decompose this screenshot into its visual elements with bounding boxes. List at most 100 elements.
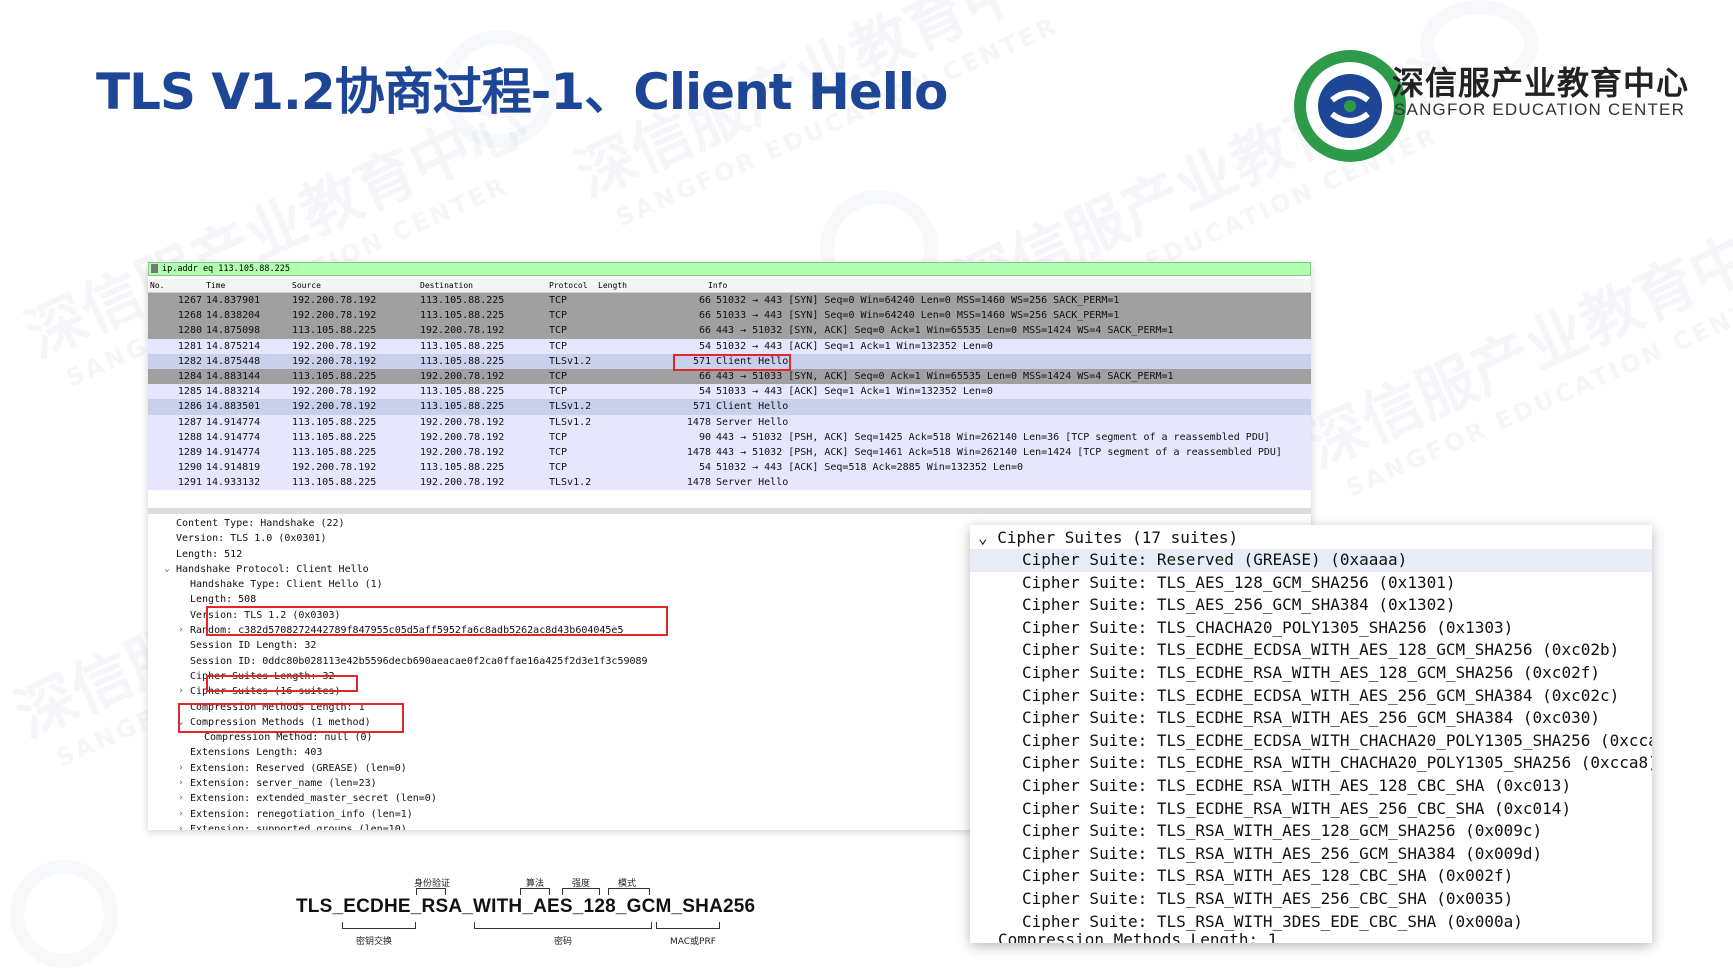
packet-src: 192.200.78.192 [292, 386, 377, 398]
packet-proto: TLSv1.2 [549, 355, 592, 367]
cipher-suite-row[interactable]: Cipher Suite: TLS_ECDHE_ECDSA_WITH_AES_1… [970, 639, 1652, 662]
column-header[interactable]: Protocol [549, 279, 588, 292]
sangfor-logo-icon [1294, 50, 1406, 162]
bookmark-icon[interactable] [151, 264, 158, 273]
packet-list: 1267 14.837901 192.200.78.192 113.105.88.22… [148, 293, 1311, 491]
packet-row[interactable]: 1288 14.914774 113.105.88.225 192.200.78.19… [148, 429, 1311, 445]
packet-row[interactable]: 1291 14.933132 113.105.88.225 192.200.78.19… [148, 475, 1311, 491]
filter-text[interactable]: ip.addr eq 113.105.88.225 [162, 264, 290, 274]
packet-src: 113.105.88.225 [292, 431, 377, 443]
packet-time: 14.914774 [206, 431, 261, 443]
packet-time: 14.883144 [206, 370, 261, 382]
display-filter-bar[interactable]: ip.addr eq 113.105.88.225 [148, 262, 1311, 276]
packet-time: 14.875448 [206, 355, 261, 367]
cipher-suite-row[interactable]: Cipher Suite: TLS_ECDHE_ECDSA_WITH_AES_2… [970, 685, 1652, 708]
cipher-suite-row[interactable]: Cipher Suite: TLS_AES_128_GCM_SHA256 (0x… [970, 572, 1652, 595]
packet-proto: TCP [549, 340, 568, 352]
packet-proto: TCP [549, 325, 568, 337]
packet-time: 14.914819 [206, 462, 261, 474]
packet-row[interactable]: 1287 14.914774 113.105.88.225 192.200.78.19… [148, 414, 1311, 430]
packet-no: 1289 [177, 446, 202, 458]
packet-no: 1282 [177, 355, 202, 367]
packet-row[interactable]: 1268 14.838204 192.200.78.192 113.105.88.22… [148, 308, 1311, 324]
collapsed-arrow-icon[interactable]: › [176, 761, 186, 776]
detail-text: Version: TLS 1.0 (0x0301) [176, 533, 327, 545]
packet-time: 14.875098 [206, 325, 261, 337]
column-header[interactable]: No. [150, 279, 164, 292]
collapsed-arrow-icon[interactable]: › [176, 822, 186, 830]
cipher-suites-header[interactable]: ⌄ Cipher Suites (17 suites) [978, 527, 1238, 549]
packet-no: 1286 [177, 401, 202, 413]
packet-src: 192.200.78.192 [292, 355, 377, 367]
packet-info: 51032 → 443 [SYN] Seq=0 Win=64240 Len=0 … [716, 295, 1120, 306]
packet-dst: 113.105.88.225 [420, 310, 505, 322]
packet-dst: 192.200.78.192 [420, 431, 505, 443]
cipher-suite-row[interactable]: Cipher Suite: TLS_ECDHE_RSA_WITH_CHACHA2… [970, 752, 1652, 775]
collapsed-arrow-icon[interactable]: › [176, 807, 186, 822]
packet-no: 1291 [177, 477, 202, 489]
packet-proto: TLSv1.2 [549, 477, 592, 489]
collapsed-arrow-icon[interactable]: › [176, 776, 186, 791]
packet-dst: 113.105.88.225 [420, 340, 505, 352]
column-header[interactable]: Source [292, 279, 321, 292]
column-header[interactable]: Destination [420, 279, 473, 292]
detail-text: Extension: server_name (len=23) [190, 778, 377, 790]
packet-info: 51033 → 443 [SYN] Seq=0 Win=64240 Len=0 … [716, 310, 1120, 322]
detail-text: Handshake Protocol: Client Hello [176, 563, 369, 575]
cipher-suite-row[interactable]: Cipher Suite: TLS_ECDHE_RSA_WITH_AES_256… [970, 707, 1652, 730]
packet-list-header: No. Time Source Destination Protocol Len… [148, 279, 1311, 293]
packet-dst: 113.105.88.225 [420, 462, 505, 474]
cipher-suite-row[interactable]: Cipher Suite: TLS_RSA_WITH_AES_128_GCM_S… [970, 820, 1652, 843]
packet-len: 66 [698, 295, 711, 306]
packet-src: 192.200.78.192 [292, 462, 377, 474]
collapsed-arrow-icon[interactable]: › [176, 684, 186, 699]
packet-row[interactable]: 1289 14.914774 113.105.88.225 192.200.78.19… [148, 444, 1311, 461]
packet-len: 90 [698, 431, 711, 443]
cipher-suite-row[interactable]: Cipher Suite: Reserved (GREASE) (0xaaaa) [970, 549, 1652, 572]
packet-row[interactable]: 1281 14.875214 192.200.78.192 113.105.88.22… [148, 338, 1311, 354]
detail-text: Session ID Length: 32 [190, 640, 317, 652]
cipher-suite-row[interactable]: Cipher Suite: TLS_RSA_WITH_AES_128_CBC_S… [970, 865, 1652, 888]
collapsed-arrow-icon[interactable]: › [176, 623, 186, 638]
bracket [608, 888, 650, 895]
column-header[interactable]: Info [708, 279, 727, 292]
detail-text: Extension: Reserved (GREASE) (len=0) [190, 762, 407, 774]
detail-text: Extension: supported_groups (len=10) [190, 823, 407, 830]
packet-info: 443 → 51032 [PSH, ACK] Seq=1425 Ack=518 … [716, 431, 1270, 443]
cipher-suite-row[interactable]: Cipher Suite: TLS_ECDHE_ECDSA_WITH_CHACH… [970, 730, 1652, 753]
detail-text: Length: 512 [176, 548, 243, 560]
cipher-suite-row[interactable]: Cipher Suite: TLS_AES_256_GCM_SHA384 (0x… [970, 594, 1652, 617]
packet-src: 113.105.88.225 [292, 477, 377, 489]
packet-proto: TCP [549, 370, 568, 382]
packet-time: 14.883214 [206, 386, 261, 398]
chevron-down-icon[interactable]: ⌄ [978, 528, 988, 547]
slide-title: TLS V1.2协商过程-1、Client Hello [96, 63, 948, 121]
packet-time: 14.837901 [206, 295, 261, 306]
packet-len: 66 [698, 325, 711, 337]
logo-text-en: SANGFOR EDUCATION CENTER [1394, 100, 1686, 119]
cipher-suite-row[interactable]: Cipher Suite: TLS_ECDHE_RSA_WITH_AES_128… [970, 775, 1652, 798]
packet-row[interactable]: 1284 14.883144 113.105.88.225 192.200.78.19… [148, 368, 1311, 385]
detail-text: Extension: renegotiation_info (len=1) [190, 808, 413, 820]
column-header[interactable]: Time [206, 279, 225, 292]
packet-time: 14.883501 [206, 401, 261, 413]
cipher-suite-row[interactable]: Cipher Suite: TLS_RSA_WITH_AES_256_GCM_S… [970, 843, 1652, 866]
expanded-arrow-icon[interactable]: ⌄ [162, 562, 172, 577]
packet-row[interactable]: 1285 14.883214 192.200.78.192 113.105.88.22… [148, 384, 1311, 400]
logo-text-cn: 深信服产业教育中心 [1392, 64, 1690, 102]
packet-no: 1285 [177, 386, 202, 398]
collapsed-arrow-icon[interactable]: › [176, 791, 186, 806]
column-header[interactable]: Length [598, 279, 627, 292]
packet-row[interactable]: 1286 14.883501 192.200.78.192 113.105.88.22… [148, 399, 1311, 415]
packet-row[interactable]: 1290 14.914819 192.200.78.192 113.105.88.22… [148, 460, 1311, 476]
pane-splitter[interactable] [148, 508, 1311, 514]
cipher-suite-row[interactable]: Cipher Suite: TLS_ECDHE_RSA_WITH_AES_128… [970, 662, 1652, 685]
packet-proto: TCP [549, 446, 568, 458]
packet-row[interactable]: 1280 14.875098 113.105.88.225 192.200.78.19… [148, 323, 1311, 339]
detail-text: Extension: extended_master_secret (len=0… [190, 793, 437, 805]
cipher-suite-row[interactable]: Cipher Suite: TLS_RSA_WITH_AES_256_CBC_S… [970, 888, 1652, 911]
packet-row[interactable]: 1267 14.837901 192.200.78.192 113.105.88.22… [148, 293, 1311, 309]
packet-src: 192.200.78.192 [292, 401, 377, 413]
cipher-suite-row[interactable]: Cipher Suite: TLS_CHACHA20_POLY1305_SHA2… [970, 617, 1652, 640]
cipher-suite-row[interactable]: Cipher Suite: TLS_ECDHE_RSA_WITH_AES_256… [970, 798, 1652, 821]
